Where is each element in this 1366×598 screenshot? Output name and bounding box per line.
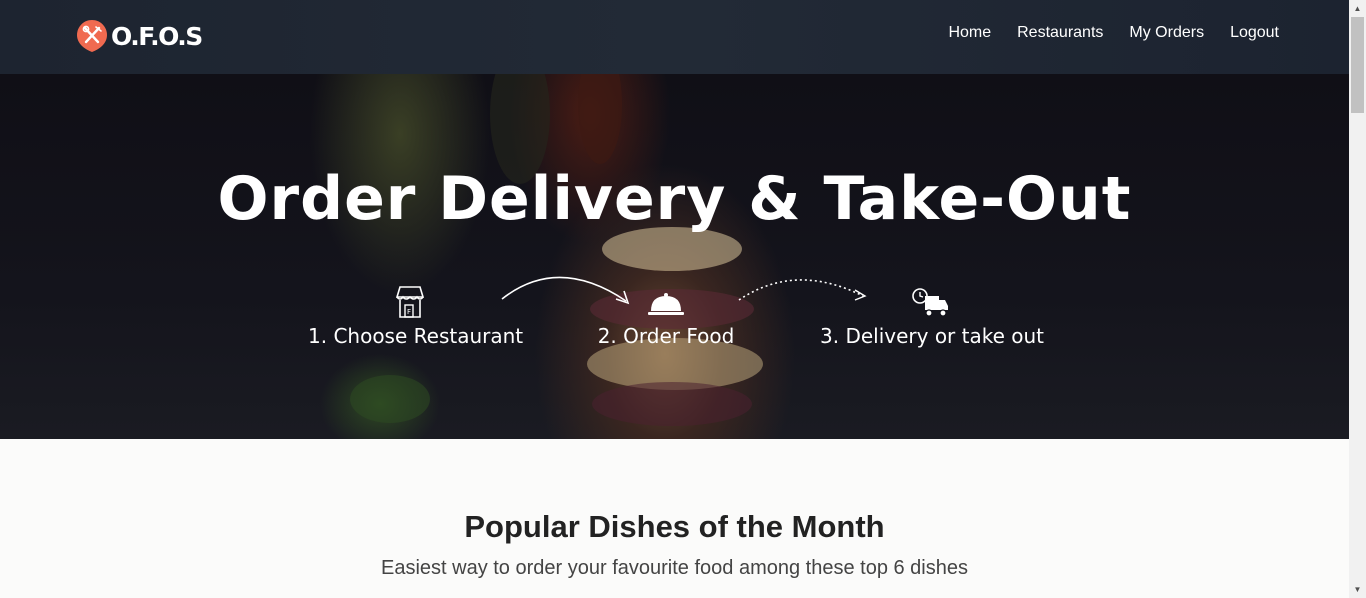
- section-subtitle: Easiest way to order your favourite food…: [380, 557, 968, 579]
- hero-title: Order Delivery & Take-Out: [217, 164, 1132, 234]
- step-2-label: 2. Order Food: [597, 324, 735, 348]
- utensils-pin-icon: [77, 20, 107, 52]
- scroll-thumb[interactable]: [1351, 17, 1364, 113]
- step-3-label: 3. Delivery or take out: [820, 324, 1045, 348]
- nav-home[interactable]: Home: [948, 24, 991, 42]
- navbar: O.F.O.S Home Restaurants My Orders Logou…: [0, 0, 1349, 74]
- nav-my-orders[interactable]: My Orders: [1129, 24, 1204, 42]
- hero-background-image: [350, 74, 763, 426]
- popular-dishes-section: Popular Dishes of the Month Easiest way …: [0, 439, 1349, 598]
- scroll-up-icon[interactable]: ▲: [1349, 0, 1366, 17]
- hero-banner: Order Delivery & Take-Out F 1. Choose Re…: [0, 74, 1349, 439]
- step-delivery: 3. Delivery or take out: [820, 284, 1045, 348]
- delivery-truck-icon: [912, 288, 948, 317]
- svg-text:F: F: [407, 308, 411, 316]
- nav-logout[interactable]: Logout: [1230, 24, 1279, 42]
- page-scrollbar[interactable]: ▲ ▼: [1349, 0, 1366, 598]
- storefront-icon: F: [395, 286, 425, 318]
- step-1-label: 1. Choose Restaurant: [308, 324, 524, 348]
- nav-restaurants[interactable]: Restaurants: [1017, 24, 1103, 42]
- step-choose-restaurant: F 1. Choose Restaurant: [308, 284, 524, 348]
- food-cloche-icon: [648, 293, 684, 315]
- brand-logo[interactable]: O.F.O.S: [76, 19, 203, 53]
- brand-name: O.F.O.S: [111, 21, 203, 51]
- nav-menu: Home Restaurants My Orders Logout: [922, 24, 1279, 42]
- section-title: Popular Dishes of the Month: [464, 509, 885, 544]
- step-order-food: 2. Order Food: [597, 284, 735, 348]
- scroll-down-icon[interactable]: ▼: [1349, 581, 1366, 598]
